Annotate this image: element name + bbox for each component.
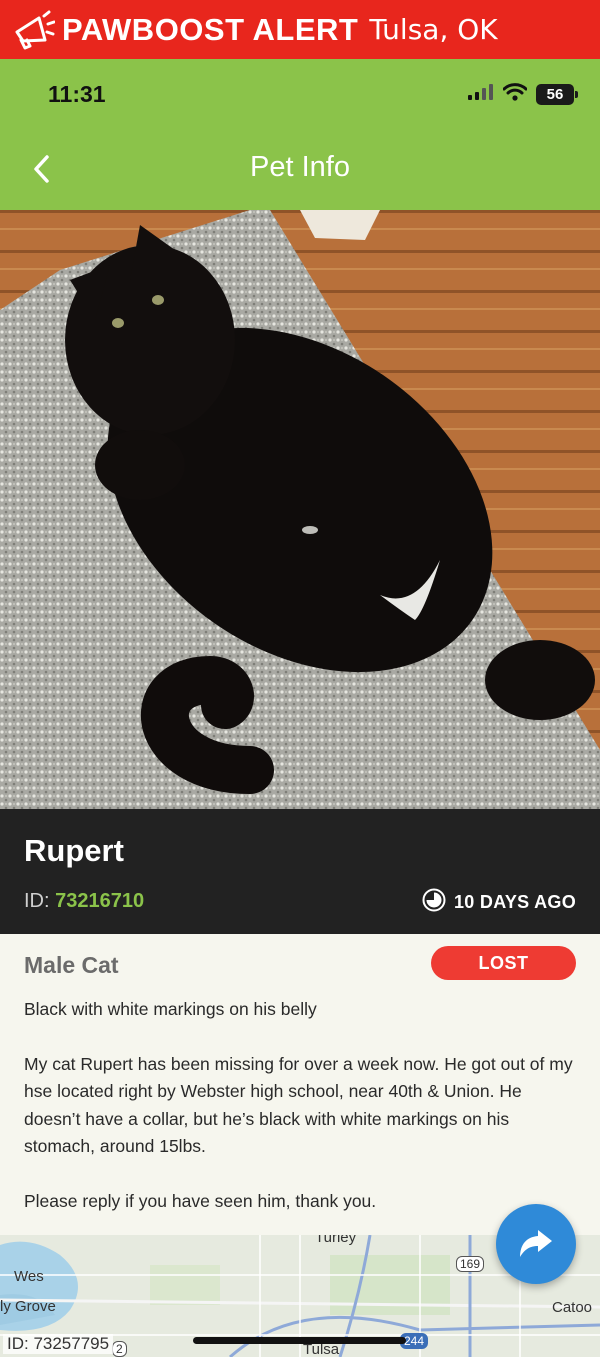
map-label-west: Wes	[14, 1268, 44, 1285]
alert-city: Tulsa, OK	[369, 13, 498, 46]
highway-shield-2: 2	[112, 1341, 127, 1357]
signal-icon	[468, 84, 494, 105]
status-time: 11:31	[48, 81, 106, 107]
description-closing: Please reply if you have seen him, thank…	[24, 1190, 377, 1211]
page-title: Pet Info	[250, 151, 350, 183]
pet-id-label: ID:	[24, 890, 50, 912]
home-indicator	[193, 1337, 406, 1344]
description-summary: Black with white markings on his belly	[24, 999, 317, 1019]
status-badge: LOST	[431, 946, 576, 980]
wifi-icon	[502, 83, 528, 106]
pet-details: Male Cat LOST Black with white markings …	[0, 934, 600, 1235]
map-label-catoosa: Catoo	[552, 1299, 593, 1316]
megaphone-icon	[10, 8, 56, 52]
clock-icon	[422, 888, 446, 917]
posted-ago: 10 DAYS AGO	[422, 888, 576, 917]
posted-ago-text: 10 DAYS AGO	[453, 892, 576, 912]
share-arrow-icon	[520, 1230, 552, 1257]
footer-id: ID: 73257795	[3, 1334, 114, 1354]
battery-icon: 56	[536, 84, 578, 105]
pet-id-number: 73216710	[55, 890, 145, 912]
alert-brand: PAWBOOST ALERT	[62, 11, 359, 47]
pet-description: Black with white markings on his belly M…	[24, 996, 576, 1215]
share-button[interactable]	[496, 1204, 576, 1284]
alert-banner: PAWBOOST ALERT Tulsa, OK	[0, 0, 600, 59]
map-label-turley: Turley	[315, 1235, 357, 1246]
app-header: 11:31 56 Pet Info	[0, 59, 600, 210]
highway-shield-169: 169	[456, 1256, 485, 1272]
pet-sex-type: Male Cat	[24, 952, 119, 978]
pet-name: Rupert	[24, 833, 124, 868]
pet-id: ID: 73216710	[24, 890, 144, 913]
description-body: My cat Rupert has been missing for over …	[24, 1053, 573, 1157]
pet-photo[interactable]	[0, 210, 600, 809]
pet-header-band: Rupert ID: 73216710 10 DAYS AGO	[0, 809, 600, 934]
status-icons: 56	[468, 83, 578, 106]
map-label-grove: ly Grove	[0, 1298, 56, 1315]
